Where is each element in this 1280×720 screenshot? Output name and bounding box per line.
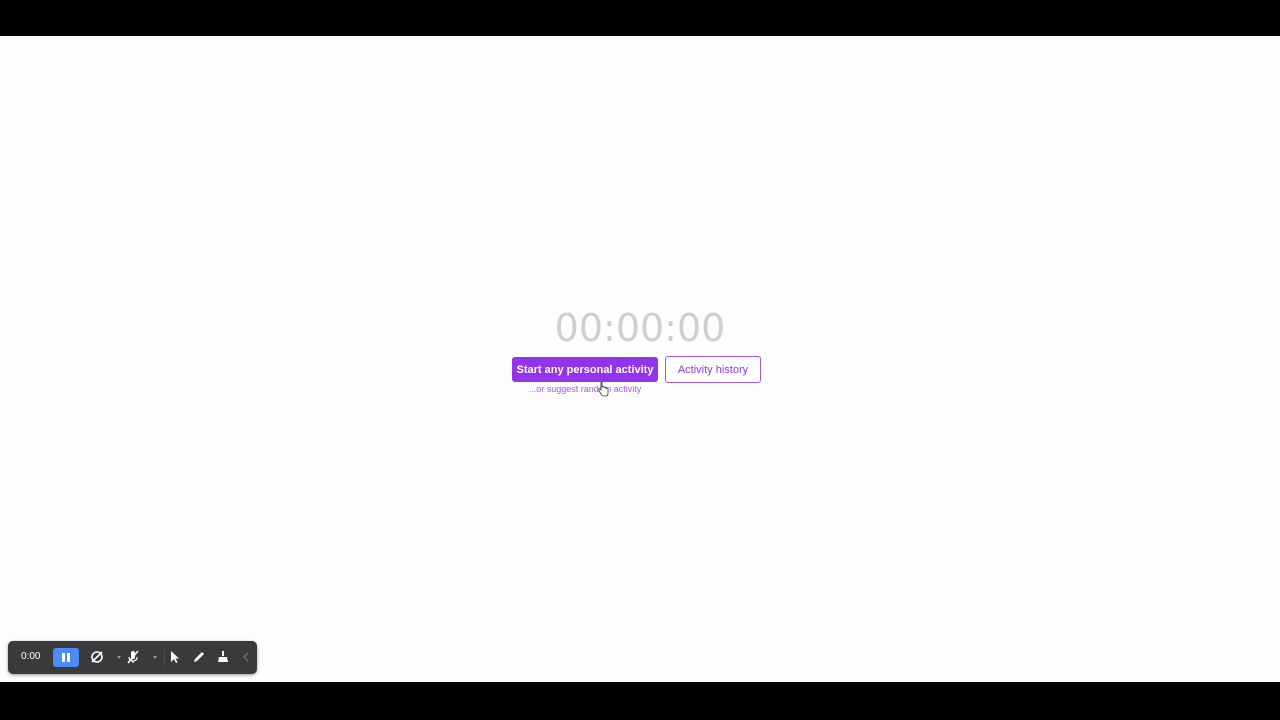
start-activity-button[interactable]: Start any personal activity <box>512 357 658 382</box>
camera-options-caret[interactable] <box>117 656 121 659</box>
mic-off-icon[interactable] <box>126 650 140 664</box>
recording-elapsed-time: 0:00 <box>21 651 41 662</box>
collapse-icon[interactable] <box>242 651 250 663</box>
pause-recording-button[interactable] <box>53 648 79 667</box>
pen-icon[interactable] <box>192 650 206 664</box>
timer-display: 00:00:00 <box>554 306 726 350</box>
camera-off-icon[interactable] <box>90 650 104 664</box>
pause-icon <box>62 653 65 662</box>
hand-cursor-icon <box>598 382 609 397</box>
toolbar-divider <box>164 649 165 666</box>
recorder-toolbar: 0:00 <box>8 641 257 674</box>
mic-options-caret[interactable] <box>153 656 157 659</box>
eraser-icon[interactable] <box>216 650 230 664</box>
app-viewport: 00:00:00 Start any personal activity Act… <box>0 36 1280 682</box>
activity-history-button[interactable]: Activity history <box>665 356 761 383</box>
pointer-icon[interactable] <box>168 650 182 664</box>
suggest-random-activity-link[interactable]: ...or suggest random activity <box>512 384 658 394</box>
